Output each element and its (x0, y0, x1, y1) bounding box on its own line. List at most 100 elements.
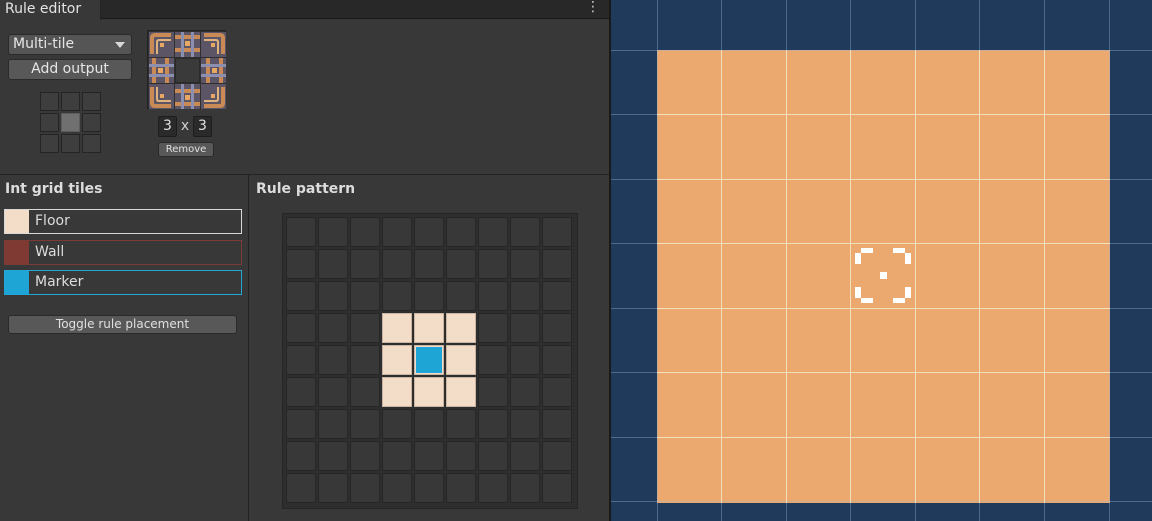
rule-cell[interactable] (542, 345, 572, 375)
toggle-rule-placement-button[interactable]: Toggle rule placement (8, 315, 237, 334)
rule-cell[interactable] (318, 441, 348, 471)
rule-cell[interactable] (286, 441, 316, 471)
rule-cell-floor[interactable] (446, 313, 476, 343)
rule-cell[interactable] (542, 217, 572, 247)
rule-cell[interactable] (350, 473, 380, 503)
rule-cell[interactable] (510, 281, 540, 311)
more-options-icon[interactable]: ⋮ (586, 0, 600, 17)
rule-cell[interactable] (478, 249, 508, 279)
rule-cell[interactable] (510, 249, 540, 279)
rule-cell[interactable] (286, 281, 316, 311)
rule-cell-floor[interactable] (414, 313, 444, 343)
rule-cell[interactable] (446, 249, 476, 279)
output-cell[interactable] (40, 92, 59, 111)
rule-cell[interactable] (478, 409, 508, 439)
rule-cell[interactable] (414, 281, 444, 311)
add-output-button[interactable]: Add output (8, 59, 132, 80)
tile-item-floor[interactable]: Floor (4, 209, 242, 234)
rule-cell[interactable] (446, 473, 476, 503)
rule-cell[interactable] (382, 217, 412, 247)
rule-cell[interactable] (350, 441, 380, 471)
rule-cell[interactable] (318, 217, 348, 247)
rule-cell[interactable] (510, 345, 540, 375)
rule-cell[interactable] (414, 217, 444, 247)
output-mode-dropdown[interactable]: Multi-tile (8, 34, 132, 55)
rule-cell[interactable] (446, 441, 476, 471)
rule-cell[interactable] (414, 473, 444, 503)
rule-cell[interactable] (446, 217, 476, 247)
output-cell[interactable] (82, 113, 101, 132)
remove-output-button[interactable]: Remove (158, 142, 214, 157)
rule-cell[interactable] (478, 281, 508, 311)
rule-cell[interactable] (318, 377, 348, 407)
rule-cell[interactable] (286, 473, 316, 503)
rule-cell[interactable] (318, 249, 348, 279)
output-cell[interactable] (40, 134, 59, 153)
rule-cell[interactable] (350, 217, 380, 247)
rule-cell[interactable] (510, 217, 540, 247)
rule-cell[interactable] (286, 313, 316, 343)
rule-cell[interactable] (350, 409, 380, 439)
rule-cell[interactable] (478, 313, 508, 343)
rule-cell[interactable] (414, 409, 444, 439)
rule-cell[interactable] (478, 441, 508, 471)
rule-cell-floor[interactable] (446, 377, 476, 407)
rule-cell[interactable] (382, 249, 412, 279)
rule-cell[interactable] (478, 377, 508, 407)
output-tile-preview[interactable] (147, 30, 226, 109)
output-cell[interactable] (82, 92, 101, 111)
rule-cell[interactable] (318, 473, 348, 503)
rule-cell[interactable] (542, 377, 572, 407)
output-cell-selected[interactable] (61, 113, 80, 132)
rule-cell-floor[interactable] (382, 345, 412, 375)
rule-cell[interactable] (414, 249, 444, 279)
rule-cell[interactable] (382, 281, 412, 311)
output-cell[interactable] (82, 134, 101, 153)
tab-rule-editor[interactable]: Rule editor (0, 0, 101, 20)
output-height-field[interactable]: 3 (193, 116, 212, 137)
rule-cell-floor[interactable] (382, 313, 412, 343)
tile-item-marker[interactable]: Marker (4, 270, 242, 295)
rule-cell[interactable] (318, 281, 348, 311)
rule-cell[interactable] (542, 409, 572, 439)
rule-cell-floor[interactable] (414, 377, 444, 407)
rule-cell[interactable] (510, 409, 540, 439)
output-cell[interactable] (61, 92, 80, 111)
rule-cell[interactable] (542, 249, 572, 279)
tile-item-wall[interactable]: Wall (4, 240, 242, 265)
rule-cell[interactable] (510, 441, 540, 471)
rule-cell[interactable] (510, 473, 540, 503)
rule-cell-floor[interactable] (382, 377, 412, 407)
scene-view[interactable] (611, 0, 1152, 521)
rule-cell[interactable] (542, 473, 572, 503)
rule-cell[interactable] (478, 473, 508, 503)
rule-cell[interactable] (286, 409, 316, 439)
rule-cell[interactable] (350, 377, 380, 407)
rule-cell[interactable] (414, 441, 444, 471)
rule-cell[interactable] (510, 377, 540, 407)
rule-cell[interactable] (286, 377, 316, 407)
rule-cell[interactable] (350, 281, 380, 311)
rule-cell[interactable] (542, 313, 572, 343)
rule-cell[interactable] (382, 409, 412, 439)
output-cell[interactable] (40, 113, 59, 132)
rule-cell[interactable] (286, 345, 316, 375)
output-width-field[interactable]: 3 (158, 116, 177, 137)
rule-cell[interactable] (478, 345, 508, 375)
rule-cell[interactable] (318, 409, 348, 439)
rule-cell[interactable] (286, 217, 316, 247)
rule-cell[interactable] (382, 473, 412, 503)
rule-cell[interactable] (382, 441, 412, 471)
rule-cell[interactable] (350, 313, 380, 343)
rule-cell[interactable] (350, 345, 380, 375)
rule-cell[interactable] (478, 217, 508, 247)
output-cell[interactable] (61, 134, 80, 153)
rule-cell[interactable] (318, 313, 348, 343)
rule-cell[interactable] (446, 409, 476, 439)
rule-cell-marker[interactable] (414, 345, 444, 375)
rule-cell[interactable] (542, 441, 572, 471)
rule-cell[interactable] (510, 313, 540, 343)
rule-cell[interactable] (446, 281, 476, 311)
rule-cell[interactable] (350, 249, 380, 279)
rule-cell[interactable] (542, 281, 572, 311)
